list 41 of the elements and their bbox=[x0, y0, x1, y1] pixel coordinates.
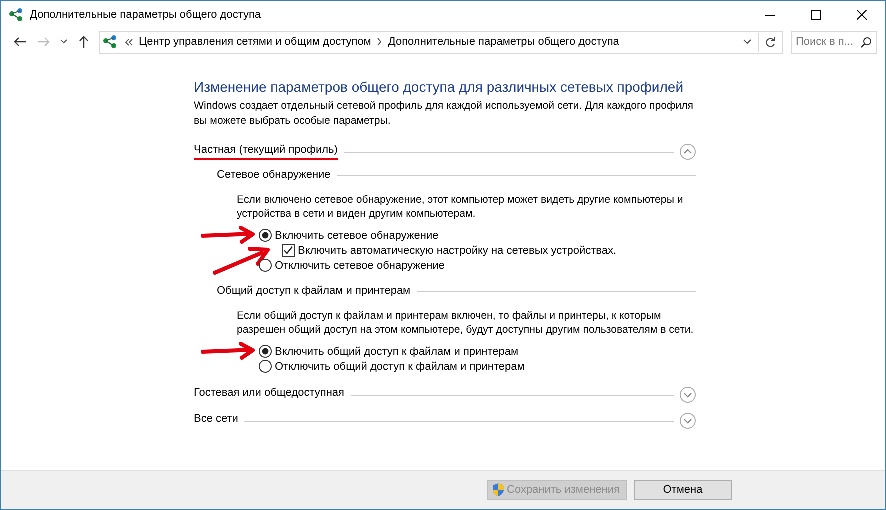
network-icon bbox=[103, 35, 119, 49]
option-label[interactable]: Отключить общий доступ к файлам и принтерам bbox=[275, 360, 525, 372]
back-arrow-icon bbox=[14, 37, 26, 47]
section-description: Если включено сетевое обнаружение, этот компьютер может видеть другие компьютеры и устройства в сети и виден другим компьютерам. bbox=[237, 193, 684, 221]
page-heading: Изменение параметров общего доступа для различных сетевых профилей bbox=[194, 78, 684, 97]
section-title: Сетевое обнаружение bbox=[217, 169, 331, 181]
address-bar[interactable]: Центр управления сетями и общим доступом Дополнительные параметры общего доступа bbox=[99, 30, 783, 54]
radio-button[interactable] bbox=[259, 360, 272, 373]
expand-icon[interactable] bbox=[680, 387, 696, 403]
maximize-icon bbox=[811, 10, 821, 20]
breadcrumb[interactable]: Дополнительные параметры общего доступа bbox=[388, 36, 620, 48]
search-field[interactable]: Поиск в п... bbox=[791, 30, 877, 54]
up-arrow-icon bbox=[79, 36, 89, 48]
radio-button[interactable] bbox=[259, 259, 272, 272]
collapse-icon[interactable] bbox=[680, 144, 696, 160]
radio-button[interactable] bbox=[259, 229, 272, 242]
breadcrumb[interactable]: Центр управления сетями и общим доступом bbox=[139, 36, 372, 48]
chevron-right-icon bbox=[377, 38, 382, 46]
search-icon bbox=[861, 36, 872, 48]
chevron-down-icon bbox=[60, 39, 68, 45]
forward-arrow-icon bbox=[38, 37, 50, 47]
window-title: Дополнительные параметры общего доступа bbox=[30, 9, 262, 21]
checkbox[interactable] bbox=[282, 244, 295, 257]
option-label[interactable]: Отключить сетевое обнаружение bbox=[275, 260, 445, 272]
option-label[interactable]: Включить сетевое обнаружение bbox=[275, 230, 439, 242]
profile-title[interactable]: Гостевая или общедоступная bbox=[194, 387, 345, 403]
intro-text: Windows создает отдельный сетевой профиль для каждой используемой сети. Для каждого профиля вы можете выбрать особые параметры. bbox=[194, 99, 695, 129]
section-description: Если общий доступ к файлам и принтерам включен, то файлы и принтеры, к которым разрешен общий доступ на этом компьютере, будут доступны другим пользователям в сети. bbox=[237, 309, 695, 337]
radio-button[interactable] bbox=[259, 345, 272, 358]
profile-title[interactable]: Все сети bbox=[194, 413, 238, 429]
option-label[interactable]: Включить автоматическую настройку на сетевых устройствах. bbox=[298, 244, 617, 256]
double-chevron-icon bbox=[125, 38, 133, 46]
profile-title[interactable]: Частная (текущий профиль) bbox=[194, 144, 338, 160]
refresh-icon[interactable] bbox=[765, 36, 776, 48]
expand-icon[interactable] bbox=[680, 413, 696, 429]
option-label[interactable]: Включить общий доступ к файлам и принтерам bbox=[275, 346, 519, 358]
close-icon bbox=[857, 10, 867, 20]
chevron-down-icon[interactable] bbox=[743, 39, 752, 45]
dialog-button[interactable]: Отмена bbox=[634, 480, 732, 500]
network-icon bbox=[9, 8, 25, 22]
section-title: Общий доступ к файлам и принтерам bbox=[217, 285, 411, 297]
